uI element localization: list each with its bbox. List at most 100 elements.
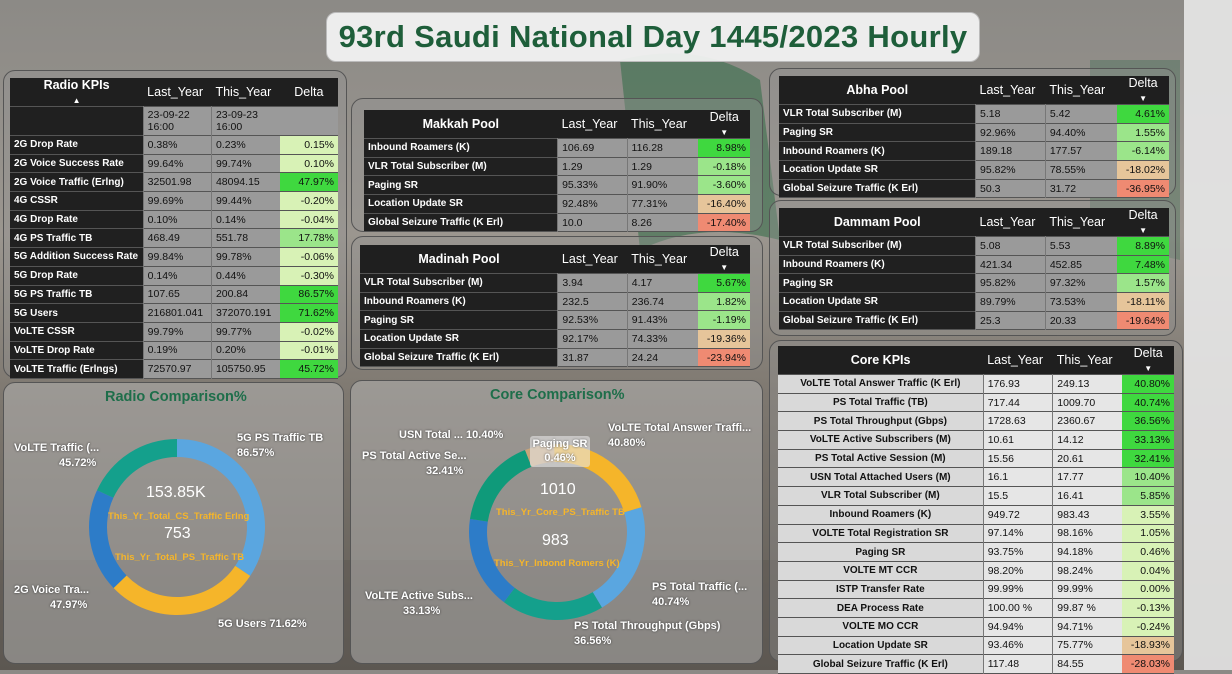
sort-up-icon[interactable]: ▲ (73, 96, 81, 105)
col-last-year[interactable]: Last_Year (143, 78, 212, 107)
table-row[interactable]: USN Total Attached Users (M) 16.1 17.77 10.… (778, 467, 1174, 487)
table-row[interactable]: Global Seizure Traffic (K Erl) 117.48 84.5… (778, 654, 1174, 674)
col-delta[interactable]: Delta ▼ (698, 110, 750, 139)
col-this-year[interactable]: This_Year (627, 245, 699, 274)
table-row[interactable]: 5G Users 216801.041 372070.191 71.62% (10, 303, 338, 323)
table-row[interactable]: Inbound Roamers (K) 421.34 452.85 7.48% (779, 255, 1169, 274)
cell-name: Paging SR (779, 123, 976, 142)
table-row[interactable]: VLR Total Subscriber (M) 1.29 1.29 -0.18% (364, 157, 750, 176)
table-row[interactable]: PS Total Active Session (M) 15.56 20.61 32.… (778, 449, 1174, 468)
cell-last: 99.69% (142, 191, 212, 211)
table-row[interactable]: VLR Total Subscriber (M) 5.08 5.53 8.89% (779, 236, 1169, 256)
table-row[interactable]: 2G Voice Success Rate 99.64% 99.74% 0.10% (10, 154, 338, 173)
cell-last: 92.53% (557, 310, 628, 330)
table-row[interactable]: PS Total Traffic (TB) 717.44 1009.70 40.74% (778, 393, 1174, 412)
dammam-pool-header[interactable]: Dammam Pool (779, 208, 976, 237)
table-row[interactable]: PS Total Throughput (Gbps) 1728.63 2360.67… (778, 411, 1174, 431)
table-row[interactable]: Location Update SR 95.82% 78.55% -18.02% (779, 160, 1169, 180)
table-row[interactable]: 4G CSSR 99.69% 99.44% -0.20% (10, 191, 338, 211)
col-this-year[interactable]: This_Year (211, 78, 280, 107)
table-row[interactable]: Location Update SR 92.48% 77.31% -16.40% (364, 194, 750, 214)
table-row[interactable]: Inbound Roamers (K) 232.5 236.74 1.82% (360, 292, 750, 311)
cell-last: 232.5 (557, 292, 628, 311)
radio-kpis-header[interactable]: Radio KPIs ▲ (10, 78, 144, 107)
madinah-pool-header[interactable]: Madinah Pool (360, 245, 558, 274)
table-row[interactable]: DEA Process Rate 100.00 % 99.87 % -0.13% (778, 598, 1174, 618)
sort-down-icon[interactable]: ▼ (1139, 94, 1147, 103)
cell-this: 0.14% (210, 210, 280, 229)
col-delta[interactable]: Delta ▼ (698, 245, 750, 274)
cell-this: 14.12 (1052, 430, 1123, 450)
table-row[interactable]: 5G Drop Rate 0.14% 0.44% -0.30% (10, 266, 338, 285)
col-last-year[interactable]: Last_Year (557, 245, 628, 274)
col-last-year[interactable]: Last_Year (557, 110, 628, 139)
donut-segment[interactable] (503, 587, 602, 620)
table-row[interactable]: VLR Total Subscriber (M) 5.18 5.42 4.61% (779, 104, 1169, 124)
col-delta[interactable]: Delta (279, 78, 338, 107)
table-row[interactable]: 2G Drop Rate 0.38% 0.23% 0.15% (10, 135, 338, 155)
table-row[interactable]: 5G Addition Success Rate 99.84% 99.78% -0.0… (10, 247, 338, 267)
table-row[interactable]: Paging SR 95.82% 97.32% 1.57% (779, 273, 1169, 293)
table-row[interactable]: VoLTE Active Subscribers (M) 10.61 14.12 33… (778, 430, 1174, 450)
table-row[interactable]: Paging SR 92.96% 94.40% 1.55% (779, 123, 1169, 142)
table-row[interactable]: VoLTE Traffic (Erlngs) 72570.97 105750.95 4… (10, 359, 338, 379)
table-row[interactable]: VLR Total Subscriber (M) 15.5 16.41 5.85% (778, 486, 1174, 506)
table-row[interactable]: VLR Total Subscriber (M) 3.94 4.17 5.67% (360, 273, 750, 293)
table-row[interactable]: ISTP Transfer Rate 99.99% 99.99% 0.00% (778, 580, 1174, 599)
table-row[interactable]: 2G Voice Traffic (Erlng) 32501.98 48094.15… (10, 172, 338, 192)
col-this-year[interactable]: This_Year (1045, 76, 1118, 105)
sort-down-icon[interactable]: ▼ (720, 263, 728, 272)
cell-last: 107.65 (142, 285, 212, 304)
table-row[interactable]: Inbound Roamers (K) 106.69 116.28 8.98% (364, 138, 750, 158)
table-row[interactable]: Inbound Roamers (K) 949.72 983.43 3.55% (778, 505, 1174, 524)
table-row[interactable]: VOLTE MT CCR 98.20% 98.24% 0.04% (778, 561, 1174, 581)
table-row[interactable]: 5G PS Traffic TB 107.65 200.84 86.57% (10, 285, 338, 304)
table-row[interactable]: Paging SR 92.53% 91.43% -1.19% (360, 310, 750, 330)
table-row[interactable]: 4G Drop Rate 0.10% 0.14% -0.04% (10, 210, 338, 229)
table-row[interactable]: VOLTE Total Registration SR 97.14% 98.16% 1… (778, 524, 1174, 543)
table-row[interactable]: Global Seizure Traffic (K Erl) 25.3 20.33-… (779, 311, 1169, 330)
table-row[interactable]: VoLTE CSSR 99.79% 99.77% -0.02% (10, 322, 338, 342)
table-row[interactable]: VoLTE Drop Rate 0.19% 0.20% -0.01% (10, 341, 338, 360)
col-delta[interactable]: Delta ▼ (1122, 346, 1174, 375)
table-row[interactable]: 4G PS Traffic TB 468.49 551.78 17.78% (10, 228, 338, 248)
sort-down-icon[interactable]: ▼ (1139, 226, 1147, 235)
col-this-year[interactable]: This_Year (1045, 208, 1118, 237)
table-row[interactable]: Paging SR 95.33% 91.90% -3.60% (364, 175, 750, 195)
table-row[interactable]: VoLTE Total Answer Traffic (K Erl) 176.93… (778, 374, 1174, 394)
donut-segment[interactable] (88, 490, 127, 589)
sort-down-icon[interactable]: ▼ (1144, 364, 1152, 373)
cell-name: ISTP Transfer Rate (778, 580, 984, 599)
col-last-year[interactable]: Last_Year (975, 208, 1046, 237)
col-delta[interactable]: Delta ▼ (1117, 208, 1169, 237)
cell-this: 99.78% (210, 247, 280, 267)
col-last-year[interactable]: Last_Year (975, 76, 1046, 105)
col-last-year[interactable]: Last_Year (983, 346, 1053, 375)
cell-this: 99.87 % (1052, 598, 1123, 618)
table-row[interactable]: Global Seizure Traffic (K Erl) 10.0 8.26 -1… (364, 213, 750, 232)
core-kpis-header[interactable]: Core KPIs (778, 346, 984, 375)
table-row[interactable]: Global Seizure Traffic (K Erl) 50.3 31.72-… (779, 179, 1169, 198)
cell-last: 95.82% (975, 273, 1046, 293)
cell-last: 93.46% (982, 636, 1053, 655)
dammam-pool-table: Dammam Pool Last_Year This_Year Delta ▼ V… (779, 208, 1169, 330)
col-delta[interactable]: Delta ▼ (1117, 76, 1169, 105)
table-row[interactable]: Paging SR 93.75% 94.18% 0.46% (778, 542, 1174, 562)
cell-this: 99.77% (210, 322, 280, 342)
cell-delta: 33.13% (1122, 430, 1174, 450)
col-this-year[interactable]: This_Year (627, 110, 699, 139)
sort-down-icon[interactable]: ▼ (720, 128, 728, 137)
table-row[interactable]: Global Seizure Traffic (K Erl) 31.87 24.24… (360, 348, 750, 367)
makkah-pool-header[interactable]: Makkah Pool (364, 110, 558, 139)
cell-last: 92.17% (557, 329, 628, 349)
table-row[interactable]: Location Update SR 92.17% 74.33% -19.36% (360, 329, 750, 349)
col-this-year[interactable]: This_Year (1052, 346, 1123, 375)
table-row[interactable]: Location Update SR 93.46% 75.77% -18.93% (778, 636, 1174, 655)
table-row[interactable]: Inbound Roamers (K) 189.18 177.57 -6.14% (779, 141, 1169, 161)
cell-name: VLR Total Subscriber (M) (778, 486, 984, 506)
abha-pool-header[interactable]: Abha Pool (779, 76, 976, 105)
table-row[interactable]: Location Update SR 89.79% 73.53% -18.11% (779, 292, 1169, 312)
table-row[interactable]: VOLTE MO CCR 94.94% 94.71% -0.24% (778, 617, 1174, 637)
cell-this: 5.53 (1044, 236, 1118, 256)
donut-segment[interactable] (113, 565, 251, 615)
